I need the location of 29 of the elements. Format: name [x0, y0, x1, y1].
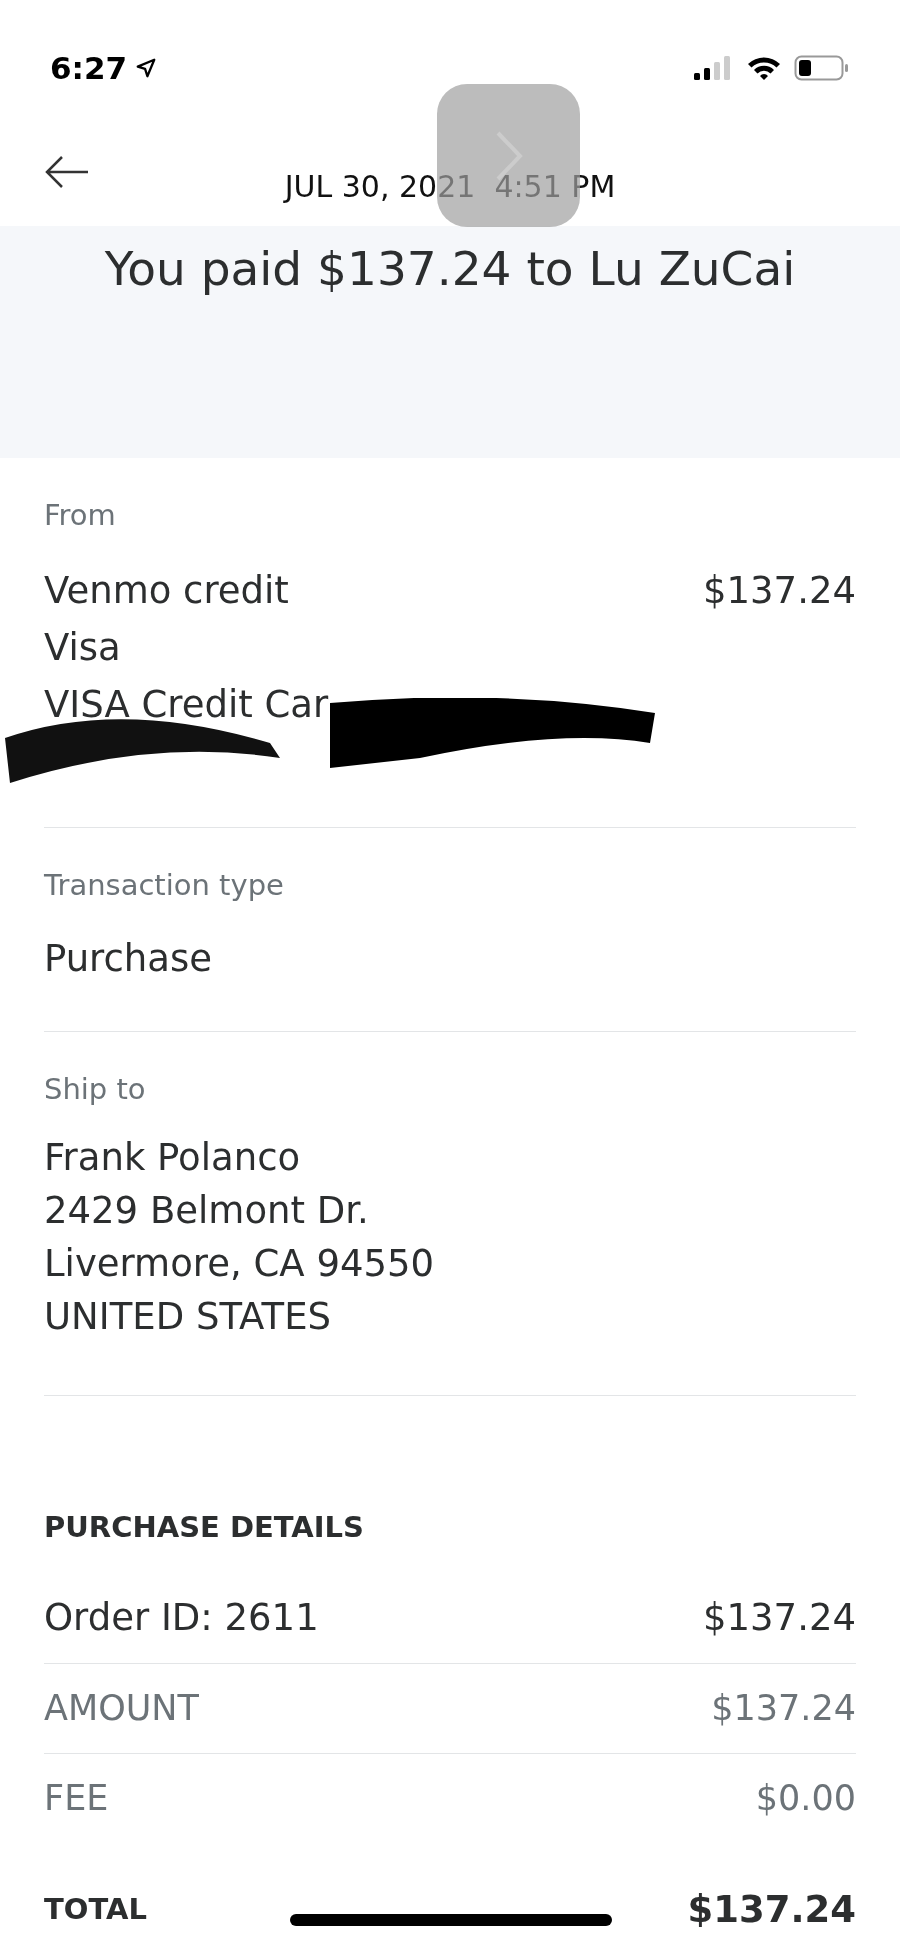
address-line: UNITED STATES — [44, 1294, 332, 1340]
address-line: Livermore, CA 94550 — [44, 1241, 435, 1287]
from-amount: $137.24 — [703, 567, 856, 614]
back-arrow-icon — [44, 154, 90, 190]
detail-label: FEE — [44, 1776, 109, 1820]
section-label: Ship to — [44, 1070, 147, 1108]
detail-label: AMOUNT — [44, 1687, 199, 1730]
address-line: Frank Polanco — [44, 1135, 301, 1181]
detail-amount: $137.24 — [703, 1594, 856, 1641]
transaction-date: JUL 30, 2021 4:51 PM — [284, 167, 616, 206]
section-label: Transaction type — [44, 866, 285, 904]
payment-source-line: Venmo credit — [44, 567, 289, 614]
section-label: From — [44, 497, 117, 534]
location-arrow-icon — [135, 57, 158, 79]
battery-icon — [794, 54, 850, 82]
section-heading: PURCHASE DETAILS — [44, 1509, 365, 1546]
payment-source-line: VISA Credit Car — [44, 681, 329, 728]
payment-source-line: Visa — [44, 624, 121, 671]
payment-title: You paid $137.24 to Lu ZuCai — [104, 240, 796, 298]
detail-amount: $137.24 — [711, 1687, 856, 1730]
address-line: 2429 Belmont Dr. — [44, 1188, 369, 1234]
detail-amount: $0.00 — [755, 1776, 856, 1820]
transaction-type-value: Purchase — [44, 936, 214, 982]
detail-label: Order ID: 2611 — [44, 1594, 319, 1641]
back-button[interactable] — [44, 154, 90, 190]
status-time: 6:27 — [50, 48, 128, 88]
detail-label: TOTAL — [44, 1891, 147, 1928]
wifi-icon — [746, 55, 782, 81]
detail-amount: $137.24 — [687, 1887, 856, 1933]
